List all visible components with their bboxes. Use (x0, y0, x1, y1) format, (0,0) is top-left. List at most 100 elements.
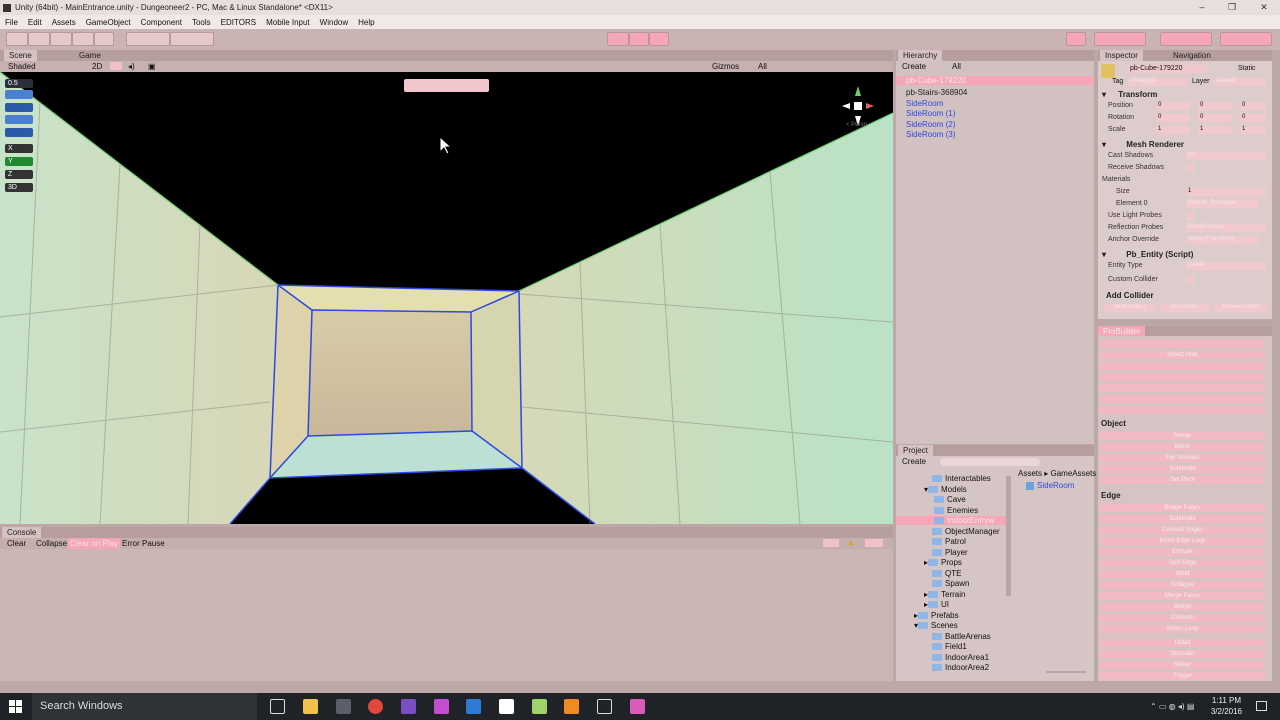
project-scrollbar[interactable] (1006, 476, 1011, 596)
hand-tool-button[interactable] (6, 32, 28, 46)
taskbar-search-input[interactable]: Search Windows (32, 693, 257, 720)
y-axis-button[interactable]: Y (5, 157, 33, 166)
tab-inspector[interactable]: Inspector (1100, 50, 1143, 61)
layers-dropdown[interactable] (1160, 32, 1212, 46)
custom-collider-checkbox[interactable] (1186, 276, 1194, 284)
pb-select-loop-button[interactable]: Select Loop (1100, 625, 1265, 633)
menu-editors[interactable]: EDITORS (221, 18, 256, 27)
tag-dropdown[interactable]: Untagged (1128, 78, 1188, 86)
tree-item[interactable]: Enemies (934, 506, 978, 515)
box-collider-button[interactable]: Box Collider (1160, 304, 1210, 312)
pb-button[interactable] (1100, 384, 1265, 392)
pb-button[interactable] (1100, 395, 1265, 403)
pb-weld-button[interactable]: Weld (1100, 570, 1265, 578)
layout-dropdown[interactable] (1220, 32, 1272, 46)
mesh-collider-button[interactable]: Mesh Collider (1104, 304, 1156, 312)
menu-gameobject[interactable]: GameObject (86, 18, 131, 27)
pb-mirror-button[interactable]: Mirror (1100, 443, 1265, 451)
visio-icon[interactable] (499, 699, 514, 714)
handle-toggle-button[interactable] (5, 90, 33, 99)
tree-item[interactable]: ▸ Prefabs (914, 611, 959, 620)
tree-item[interactable]: IndoorArea2 (932, 663, 989, 672)
tab-project[interactable]: Project (898, 445, 933, 456)
object-name-field[interactable]: pb-Cube-179220 (1128, 65, 1208, 73)
hierarchy-item[interactable]: SideRoom (906, 99, 943, 108)
rotate-tool-button[interactable] (50, 32, 72, 46)
probuilder-overlay-toolbar[interactable] (404, 79, 489, 92)
vlc-icon[interactable] (564, 699, 579, 714)
console-collapse-button[interactable]: Collapse (36, 539, 67, 548)
console-error-pause-button[interactable]: Error Pause (122, 539, 165, 548)
visibility-toggle-button[interactable] (5, 128, 33, 137)
tree-item[interactable]: QTE (932, 569, 961, 578)
pb-trigger-button[interactable]: Trigger (1100, 672, 1265, 680)
pb-set-pivot-button[interactable]: Set Pivot (1100, 476, 1265, 484)
pb-flip-normals-button[interactable]: Flip Normals (1100, 454, 1265, 462)
tab-game[interactable]: Game (74, 50, 106, 61)
rotation-x-field[interactable]: 0 (1156, 114, 1190, 122)
2d-toggle[interactable]: 2D (92, 62, 102, 71)
orientation-gizmo[interactable]: < Persp (838, 82, 878, 132)
cloud-button[interactable] (1066, 32, 1086, 46)
hierarchy-item[interactable]: SideRoom (3) (906, 130, 955, 139)
scale-tool-button[interactable] (72, 32, 94, 46)
console-warning-icon[interactable]: ▲ (847, 538, 855, 547)
asset-size-slider[interactable] (1046, 671, 1086, 673)
3d-button[interactable]: 3D (5, 183, 33, 192)
menu-tools[interactable]: Tools (192, 18, 211, 27)
receive-shadows-checkbox[interactable] (1186, 164, 1194, 172)
asset-item[interactable]: SideRoom (1026, 481, 1074, 490)
tree-item[interactable]: Spawn (932, 579, 969, 588)
notifications-icon[interactable] (1256, 701, 1267, 711)
shading-dropdown[interactable]: Shaded (8, 62, 36, 71)
tree-item[interactable]: Field1 (932, 642, 967, 651)
breadcrumb-gameassets[interactable]: GameAssets (1050, 469, 1096, 478)
console-clear-on-play-button[interactable]: Clear on Play (68, 538, 121, 549)
pb-button[interactable]: Select Hole (1100, 351, 1265, 359)
maximize-button[interactable]: ❐ (1216, 0, 1248, 15)
hierarchy-item[interactable]: pb-Cube-179220 (896, 76, 1094, 85)
minimize-button[interactable]: – (1186, 0, 1218, 15)
tree-item[interactable]: Cave (934, 495, 966, 504)
anchor-override-field[interactable]: None (Transform) (1186, 236, 1258, 244)
static-checkbox[interactable]: Static (1238, 65, 1256, 72)
menu-window[interactable]: Window (320, 18, 348, 27)
tree-item-selected[interactable]: IndoorEntryw (896, 516, 1008, 525)
tab-navigation[interactable]: Navigation (1168, 50, 1216, 61)
pb-button[interactable] (1100, 373, 1265, 381)
inspector-scrollbar[interactable] (1098, 319, 1272, 324)
pb-collapse-button[interactable]: Collapse (1100, 581, 1265, 589)
pb-split-edge-button[interactable]: Split Edge (1100, 559, 1265, 567)
remove-collider-button[interactable]: Remove Collider (1214, 304, 1268, 312)
pb-extrude-button[interactable]: Extrude (1100, 548, 1265, 556)
task-view-icon[interactable] (270, 699, 285, 714)
pb-entity-header[interactable]: ▾ Pb_Entity (Script) (1102, 250, 1193, 259)
scale-z-field[interactable]: 1 (1240, 126, 1266, 134)
use-light-probes-checkbox[interactable] (1186, 212, 1194, 220)
console-clear-button[interactable]: Clear (7, 539, 26, 548)
pb-merge-button[interactable]: Merge (1100, 432, 1265, 440)
tab-hierarchy[interactable]: Hierarchy (898, 50, 943, 61)
account-dropdown[interactable] (1094, 32, 1146, 46)
sourcetree-icon[interactable] (597, 699, 612, 714)
pb-edge-subdivide-button[interactable]: Subdivide (1100, 515, 1265, 523)
position-z-field[interactable]: 0 (1240, 102, 1266, 110)
pb-subdivide-button[interactable]: Subdivide (1100, 465, 1265, 473)
pb-occluder-button[interactable]: Occluder (1100, 650, 1265, 658)
pb-button[interactable] (1100, 362, 1265, 370)
step-button[interactable] (649, 32, 669, 46)
menu-assets[interactable]: Assets (52, 18, 76, 27)
entity-type-dropdown[interactable]: Detail (1186, 262, 1266, 270)
scale-x-field[interactable]: 1 (1156, 126, 1190, 134)
rect-tool-button[interactable] (94, 32, 114, 46)
tree-item[interactable]: ▸ UI (924, 600, 949, 609)
hierarchy-item[interactable]: SideRoom (1) (906, 109, 955, 118)
menu-file[interactable]: File (5, 18, 18, 27)
unity-icon[interactable] (336, 699, 351, 714)
tree-item[interactable]: Player (932, 548, 968, 557)
transform-header[interactable]: ▾ Transform (1102, 90, 1157, 99)
pb-merge-faces-button[interactable]: Merge Faces (1100, 592, 1265, 600)
cast-shadows-dropdown[interactable]: On (1186, 152, 1266, 160)
taskbar-clock[interactable]: 1:11 PM 3/2/2016 (1211, 695, 1242, 717)
on-toggle-button[interactable] (5, 103, 33, 112)
